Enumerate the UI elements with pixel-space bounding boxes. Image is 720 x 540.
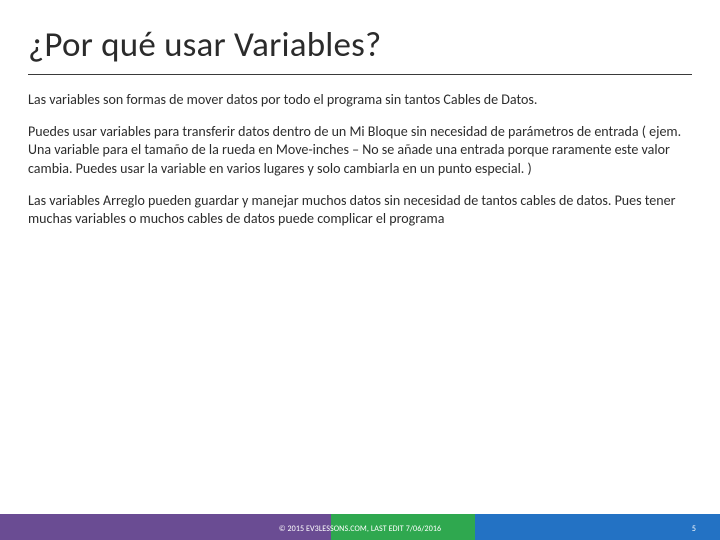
footer-segment-blue (475, 514, 720, 540)
footer-copyright: © 2015 EV3LESSONS.COM, LAST EDIT 7/06/20… (279, 524, 441, 534)
paragraph: Las variables son formas de mover datos … (28, 91, 692, 109)
slide-title: ¿Por qué usar Variables? (28, 24, 692, 66)
title-underline (28, 74, 692, 75)
slide-body: Las variables son formas de mover datos … (28, 91, 692, 242)
paragraph: Puedes usar variables para transferir da… (28, 123, 692, 178)
slide: ¿Por qué usar Variables? Las variables s… (0, 0, 720, 540)
page-number: 5 (692, 524, 696, 534)
paragraph: Las variables Arreglo pueden guardar y m… (28, 192, 692, 228)
